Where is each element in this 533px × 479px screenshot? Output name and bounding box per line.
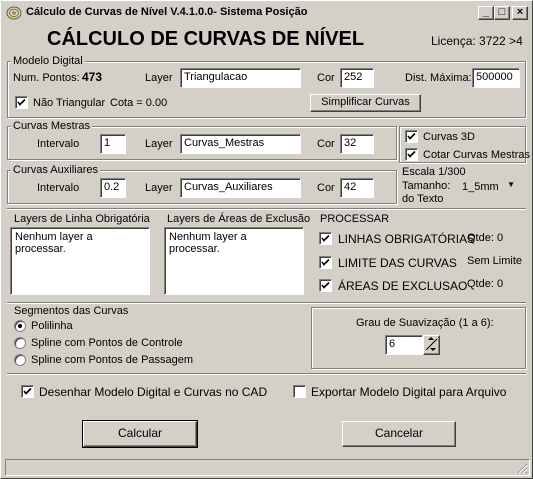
limite-curvas-label: LIMITE DAS CURVAS <box>338 256 457 270</box>
minimize-button[interactable]: _ <box>478 6 494 20</box>
page-title: CÁLCULO DE CURVAS DE NÍVEL <box>47 28 365 50</box>
cor-label: Cor <box>317 72 335 84</box>
curvas-mestras-label: Curvas Mestras <box>11 120 93 132</box>
list-item[interactable]: Nenhum layer a processar. <box>169 231 299 255</box>
desenhar-modelo-label: Desenhar Modelo Digital e Curvas no CAD <box>39 385 268 399</box>
linhas-obrigatorias-label: LINHAS OBRIGATÓRIAS <box>338 232 476 246</box>
polilinha-radio[interactable] <box>14 320 26 332</box>
cota-text: Cota = 0.00 <box>110 97 168 109</box>
tamanho-value: 1_5mm <box>462 181 499 193</box>
limite-qtde: Sem Limite <box>467 255 523 267</box>
suavizacao-spin-button[interactable] <box>423 335 440 355</box>
layers-exclusao-label: Layers de Áreas de Exclusão <box>167 213 311 225</box>
tamanho-label: Tamanho: <box>402 180 451 192</box>
layers-obrigatoria-label: Layers de Linha Obrigatória <box>14 213 150 225</box>
title-bar[interactable]: Cálculo de Curvas de Nível V.4.1.0.0- Si… <box>3 3 530 23</box>
layers-obrigatoria-list[interactable]: Nenhum layer a processar. <box>10 227 150 295</box>
nao-triangular-label: Não Triangular <box>33 97 106 109</box>
intervalo-label: Intervalo <box>37 138 80 150</box>
layer-label: Layer <box>145 72 173 84</box>
spline-passagem-label: Spline com Pontos de Passagem <box>31 354 194 366</box>
separator <box>7 373 526 375</box>
num-pontos-label: Num. Pontos: <box>13 72 80 84</box>
auxiliares-layer-input[interactable]: Curvas_Auxiliares <box>180 178 301 198</box>
escala-label: Escala 1/300 <box>402 166 466 178</box>
do-texto-label: do Texto <box>402 193 444 205</box>
spin-arrows-icon <box>425 337 438 351</box>
resize-grip-icon[interactable] <box>516 462 528 474</box>
spline-controle-label: Spline com Pontos de Controle <box>31 337 183 349</box>
cotar-curvas-mestras-checkbox[interactable] <box>405 148 418 161</box>
license-label: Licença: 3722 >4 <box>431 34 523 48</box>
list-item[interactable]: Nenhum layer a processar. <box>15 231 145 255</box>
window-title: Cálculo de Curvas de Nível V.4.1.0.0- Si… <box>26 6 308 18</box>
simplificar-curvas-button[interactable]: Simplificar Curvas <box>310 94 421 112</box>
spline-passagem-radio[interactable] <box>14 354 26 366</box>
processar-label: PROCESSAR <box>320 213 390 225</box>
layer-label: Layer <box>145 182 173 194</box>
dialog-window: Cálculo de Curvas de Nível V.4.1.0.0- Si… <box>0 0 533 479</box>
dist-maxima-label: Dist. Máxima: <box>405 72 472 84</box>
calcular-button[interactable]: Calcular <box>82 420 198 448</box>
num-pontos-value: 473 <box>82 70 103 84</box>
chevron-down-icon: ▼ <box>507 180 515 189</box>
modelo-cor-input[interactable]: 252 <box>340 68 374 88</box>
cor-label: Cor <box>317 182 335 194</box>
checkmark-icon <box>23 387 32 395</box>
curvas-3d-label: Curvas 3D <box>423 131 475 143</box>
radio-selected-dot <box>18 324 22 328</box>
cotar-curvas-mestras-label: Cotar Curvas Mestras <box>423 149 530 161</box>
mestras-cor-input[interactable]: 32 <box>340 134 374 154</box>
checkmark-icon <box>321 281 330 289</box>
separator <box>7 302 526 304</box>
modelo-layer-input[interactable]: Triangulacao <box>180 68 301 88</box>
curvas-3d-checkbox[interactable] <box>405 130 418 143</box>
mestras-intervalo-input[interactable]: 1 <box>100 134 126 154</box>
status-bar <box>5 459 530 476</box>
intervalo-label: Intervalo <box>37 182 80 194</box>
cancelar-button[interactable]: Cancelar <box>342 421 456 447</box>
checkmark-icon <box>321 234 330 242</box>
checkmark-icon <box>321 258 330 266</box>
layer-label: Layer <box>145 138 173 150</box>
segmentos-label: Segmentos das Curvas <box>14 305 129 317</box>
areas-qtde: Qtde: 0 <box>467 278 504 290</box>
checkmark-icon <box>407 132 416 140</box>
dist-maxima-input[interactable]: 500000 <box>472 68 520 88</box>
areas-exclusao-checkbox[interactable] <box>319 279 332 292</box>
mestras-layer-input[interactable]: Curvas_Mestras <box>180 134 301 154</box>
separator <box>7 208 526 210</box>
suavizacao-input[interactable]: 6 <box>385 335 423 355</box>
linhas-qtde: Qtde: 0 <box>467 232 504 244</box>
nao-triangular-checkbox[interactable] <box>15 96 28 109</box>
maximize-button[interactable]: □ <box>494 6 510 20</box>
modelo-digital-label: Modelo Digital <box>11 55 85 67</box>
auxiliares-cor-input[interactable]: 42 <box>340 178 374 198</box>
desenhar-modelo-checkbox[interactable] <box>21 385 34 398</box>
app-icon <box>6 6 22 20</box>
auxiliares-intervalo-input[interactable]: 0.2 <box>100 178 126 198</box>
spline-controle-radio[interactable] <box>14 337 26 349</box>
curvas-auxiliares-label: Curvas Auxiliares <box>11 164 100 176</box>
tamanho-select[interactable]: 1_5mm ▼ <box>459 179 519 199</box>
checkmark-icon <box>407 150 416 158</box>
cor-label: Cor <box>317 138 335 150</box>
limite-curvas-checkbox[interactable] <box>319 256 332 269</box>
polilinha-label: Polilinha <box>31 320 73 332</box>
areas-exclusao-label: ÁREAS DE EXCLUSAO <box>338 279 468 293</box>
suavizacao-label: Grau de Suavização (1 a 6): <box>356 317 494 329</box>
layers-exclusao-list[interactable]: Nenhum layer a processar. <box>164 227 304 295</box>
linhas-obrigatorias-checkbox[interactable] <box>319 232 332 245</box>
exportar-modelo-label: Exportar Modelo Digital para Arquivo <box>311 385 507 399</box>
exportar-modelo-checkbox[interactable] <box>293 385 306 398</box>
close-button[interactable]: × <box>512 6 528 20</box>
checkmark-icon <box>17 98 26 106</box>
